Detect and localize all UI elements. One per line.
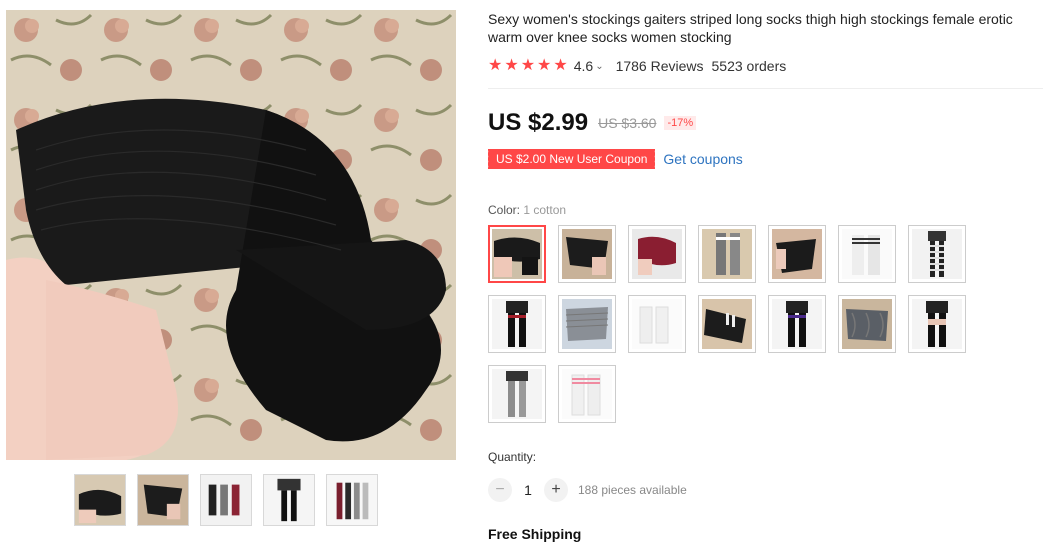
rating-value[interactable]: 4.6 (574, 58, 593, 74)
selected-color-value: 1 cotton (523, 203, 567, 217)
increase-quantity-button[interactable]: + (544, 478, 568, 502)
original-price: US $3.60 (598, 115, 657, 131)
thumbnail-4[interactable] (263, 474, 315, 526)
color-swatches (488, 225, 988, 435)
color-swatch-black-purple-band[interactable] (768, 295, 826, 353)
product-info: Sexy women's stockings gaiters striped l… (485, 10, 1048, 542)
color-swatch-black-white-stripe[interactable] (908, 225, 966, 283)
color-swatch-black-bow[interactable] (558, 225, 616, 283)
free-shipping-label: Free Shipping (488, 526, 582, 542)
thumbnail-5[interactable] (326, 474, 378, 526)
star-icon: ★ (520, 57, 536, 74)
chevron-down-icon[interactable]: ⌄ (595, 61, 603, 72)
pieces-available: 188 pieces available (578, 483, 687, 497)
get-coupons-link[interactable]: Get coupons (663, 151, 742, 167)
color-swatch-grey-stripe-top[interactable] (698, 225, 756, 283)
color-swatch-white-pink-stripe[interactable] (558, 365, 616, 423)
thumbnail-strip (74, 474, 378, 526)
quantity-stepper: − 1 + 188 pieces available (488, 478, 687, 502)
quantity-label: Quantity: (488, 450, 537, 464)
reviews-link[interactable]: 1786 Reviews (616, 58, 704, 74)
thumbnail-1[interactable] (74, 474, 126, 526)
divider (488, 88, 1043, 89)
color-label-text: Color: (488, 203, 521, 217)
thumbnail-3[interactable] (200, 474, 252, 526)
star-icon: ★ (504, 57, 519, 74)
color-swatch-black-lace[interactable] (908, 295, 966, 353)
color-swatch-black-red-band[interactable] (488, 295, 546, 353)
orders-count: 5523 orders (711, 58, 787, 74)
discount-badge: -17% (664, 116, 697, 130)
product-photo (6, 10, 456, 460)
color-swatch-black-over-knee[interactable] (768, 225, 826, 283)
color-swatch-grey-ribbed[interactable] (558, 295, 616, 353)
decrease-quantity-button[interactable]: − (488, 478, 512, 502)
star-icon: ★ (537, 57, 552, 74)
color-swatch-black-white-stripe-top[interactable] (698, 295, 756, 353)
price-row: US $2.99 US $3.60 -17% (488, 109, 697, 137)
product-title: Sexy women's stockings gaiters striped l… (488, 11, 1013, 45)
rating-row: ★ ★ ★ ★ ★ 4.6 ⌄ 1786 Reviews 5523 orders (488, 56, 786, 76)
color-label: Color: 1 cotton (488, 203, 566, 217)
current-price: US $2.99 (488, 109, 589, 136)
main-product-image[interactable] (6, 10, 456, 460)
color-swatch-white-plain[interactable] (628, 295, 686, 353)
star-icon: ★ (488, 57, 503, 74)
color-swatch-grey-plain[interactable] (488, 365, 546, 423)
thumbnail-2[interactable] (137, 474, 189, 526)
color-swatch-grey-cable[interactable] (838, 295, 896, 353)
star-rating: ★ ★ ★ ★ ★ (488, 58, 568, 74)
color-swatch-burgundy[interactable] (628, 225, 686, 283)
quantity-value[interactable]: 1 (512, 482, 544, 498)
star-icon: ★ (553, 57, 568, 74)
coupon-row: US $2.00 New User Coupon Get coupons (485, 149, 743, 169)
color-swatch-black-ribbed[interactable] (488, 225, 546, 283)
color-swatch-white-stripe[interactable] (838, 225, 896, 283)
new-user-coupon[interactable]: US $2.00 New User Coupon (485, 149, 656, 169)
